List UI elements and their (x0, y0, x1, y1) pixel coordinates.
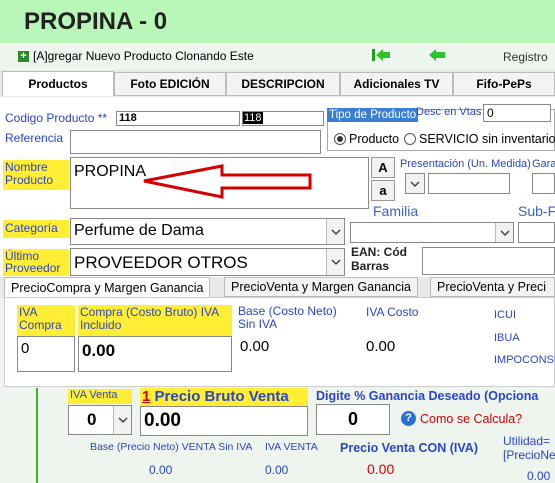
ganancia-label: Digite % Ganancia Deseado (Opciona (316, 389, 539, 403)
referencia-label: Referencia (5, 131, 64, 145)
ganancia-input[interactable]: 0 (316, 404, 390, 435)
chevron-down-icon (331, 259, 340, 265)
chevron-down-icon (410, 181, 420, 187)
precio-bruto-label: 1 Precio Bruto Venta (140, 388, 308, 406)
proveedor-dropdown-button[interactable] (326, 249, 344, 275)
categoria-dropdown-button[interactable] (326, 219, 344, 244)
subtab-precio-venta-2[interactable]: PrecioVenta y Preci (430, 277, 555, 297)
precio-con-iva-value: 0.00 (367, 461, 395, 477)
radio-producto-circle (334, 133, 346, 145)
nombre-label: Nombre Producto (3, 160, 69, 190)
arrow-annotation (143, 164, 312, 199)
page-title: PROPINA - 0 (24, 8, 168, 35)
iva-compra-label: IVA Compra (17, 305, 75, 336)
iva-costo-label: IVA Costo (366, 305, 419, 319)
ibua-label: IBUA (494, 332, 520, 344)
tab-descripcion[interactable]: DESCRIPCION (226, 72, 340, 96)
codigo-secondary-input[interactable]: 118 (242, 111, 324, 126)
iva-compra-input[interactable]: 0 (17, 336, 75, 372)
precio-bruto-input[interactable]: 0.00 (140, 406, 308, 436)
iva-venta2-label: IVA VENTA (265, 441, 318, 453)
tab-productos[interactable]: Productos (2, 71, 114, 96)
como-calcula-link[interactable]: ? Como se Calcula? (401, 411, 522, 426)
utilidad-value: 0.00 (527, 469, 551, 483)
precio-con-iva-label: Precio Venta CON (IVA) (340, 441, 478, 455)
base-costo-label: Base (Costo Neto) Sin IVA (238, 304, 337, 331)
first-record-icon[interactable] (371, 47, 391, 63)
radio-producto[interactable]: Producto (334, 132, 399, 146)
left-green-line (36, 388, 38, 483)
subtab-precio-venta[interactable]: PrecioVenta y Margen Ganancia (224, 277, 418, 297)
desc-vtas-label: Desc en Vtas (416, 106, 482, 118)
referencia-input[interactable] (70, 130, 321, 154)
ean-label: EAN: Cód Barras (351, 245, 407, 273)
chevron-down-icon (331, 229, 340, 235)
iva-venta-dropdown-button[interactable] (113, 406, 131, 434)
codigo-selected-text: 118 (243, 112, 263, 124)
plus-icon: + (18, 50, 29, 62)
codigo-label: Codigo Producto ** (5, 111, 108, 125)
categoria-label: Categoría (3, 220, 69, 238)
help-icon: ? (401, 411, 416, 426)
ean-input[interactable] (422, 247, 555, 275)
presentacion-label: Presentación (Un. Medida) (400, 158, 531, 170)
utilidad-label: Utilidad= (503, 434, 551, 448)
utilidad-label-2: [PrecioNe (503, 448, 555, 462)
tipo-producto-label: Tipo de Producto (327, 108, 419, 122)
registro-label: Registro (503, 50, 548, 64)
garantia-label: Gara (532, 158, 555, 170)
costo-bruto-input[interactable]: 0.00 (78, 336, 232, 372)
radio-servicio[interactable]: SERVICIO sin inventario (404, 132, 555, 146)
tab-fifo-peps[interactable]: Fifo-PePs (453, 72, 555, 96)
codigo-input[interactable]: 118 (116, 111, 240, 126)
base-venta-label: Base (Precio Neto) VENTA Sin IVA (90, 441, 253, 453)
previous-record-icon[interactable] (428, 47, 446, 63)
presentacion-input[interactable] (428, 173, 510, 194)
impoconsumo-label: IMPOCONSU (494, 354, 555, 366)
subtab-precio-compra[interactable]: PrecioCompra y Margen Ganancia (4, 277, 211, 297)
radio-servicio-circle (404, 133, 416, 145)
iva-venta-label: IVA Venta (68, 389, 132, 404)
base-costo-value: 0.00 (240, 338, 270, 355)
tab-adicionales-tv[interactable]: Adicionales TV (340, 72, 453, 96)
base-venta-value: 0.00 (149, 463, 173, 477)
proveedor-label: Último Proveedor (3, 249, 69, 276)
subfamilia-select[interactable] (518, 222, 555, 243)
garantia-input[interactable] (532, 173, 555, 194)
iva-costo-value: 0.00 (366, 338, 396, 355)
lowercase-button[interactable]: a (371, 180, 395, 201)
icui-label: ICUI (494, 309, 516, 321)
add-clone-label: [A]gregar Nuevo Producto Clonando Este (33, 49, 254, 63)
chevron-down-icon (500, 230, 509, 236)
presentacion-dropdown[interactable] (405, 173, 425, 194)
categoria-select[interactable]: Perfume de Dama (70, 218, 345, 245)
costo-bruto-label: Compra (Costo Bruto) IVA Incluido (78, 305, 232, 336)
iva-venta2-value: 0.00 (265, 463, 289, 477)
proveedor-select[interactable]: PROVEEDOR OTROS (70, 248, 345, 276)
add-clone-button[interactable]: + [A]gregar Nuevo Producto Clonando Este (18, 49, 254, 63)
subfamilia-label: Sub-F (518, 203, 555, 219)
uppercase-button[interactable]: A (371, 157, 395, 178)
familia-select[interactable] (350, 222, 514, 243)
chevron-down-icon (118, 417, 127, 423)
iva-venta-select[interactable]: 0 (68, 405, 132, 435)
familia-dropdown-button[interactable] (495, 223, 513, 242)
familia-label: Familia (373, 203, 419, 219)
desc-vtas-input[interactable]: 0 (483, 104, 551, 122)
tab-foto-edicion[interactable]: Foto EDICIÓN (114, 72, 226, 96)
